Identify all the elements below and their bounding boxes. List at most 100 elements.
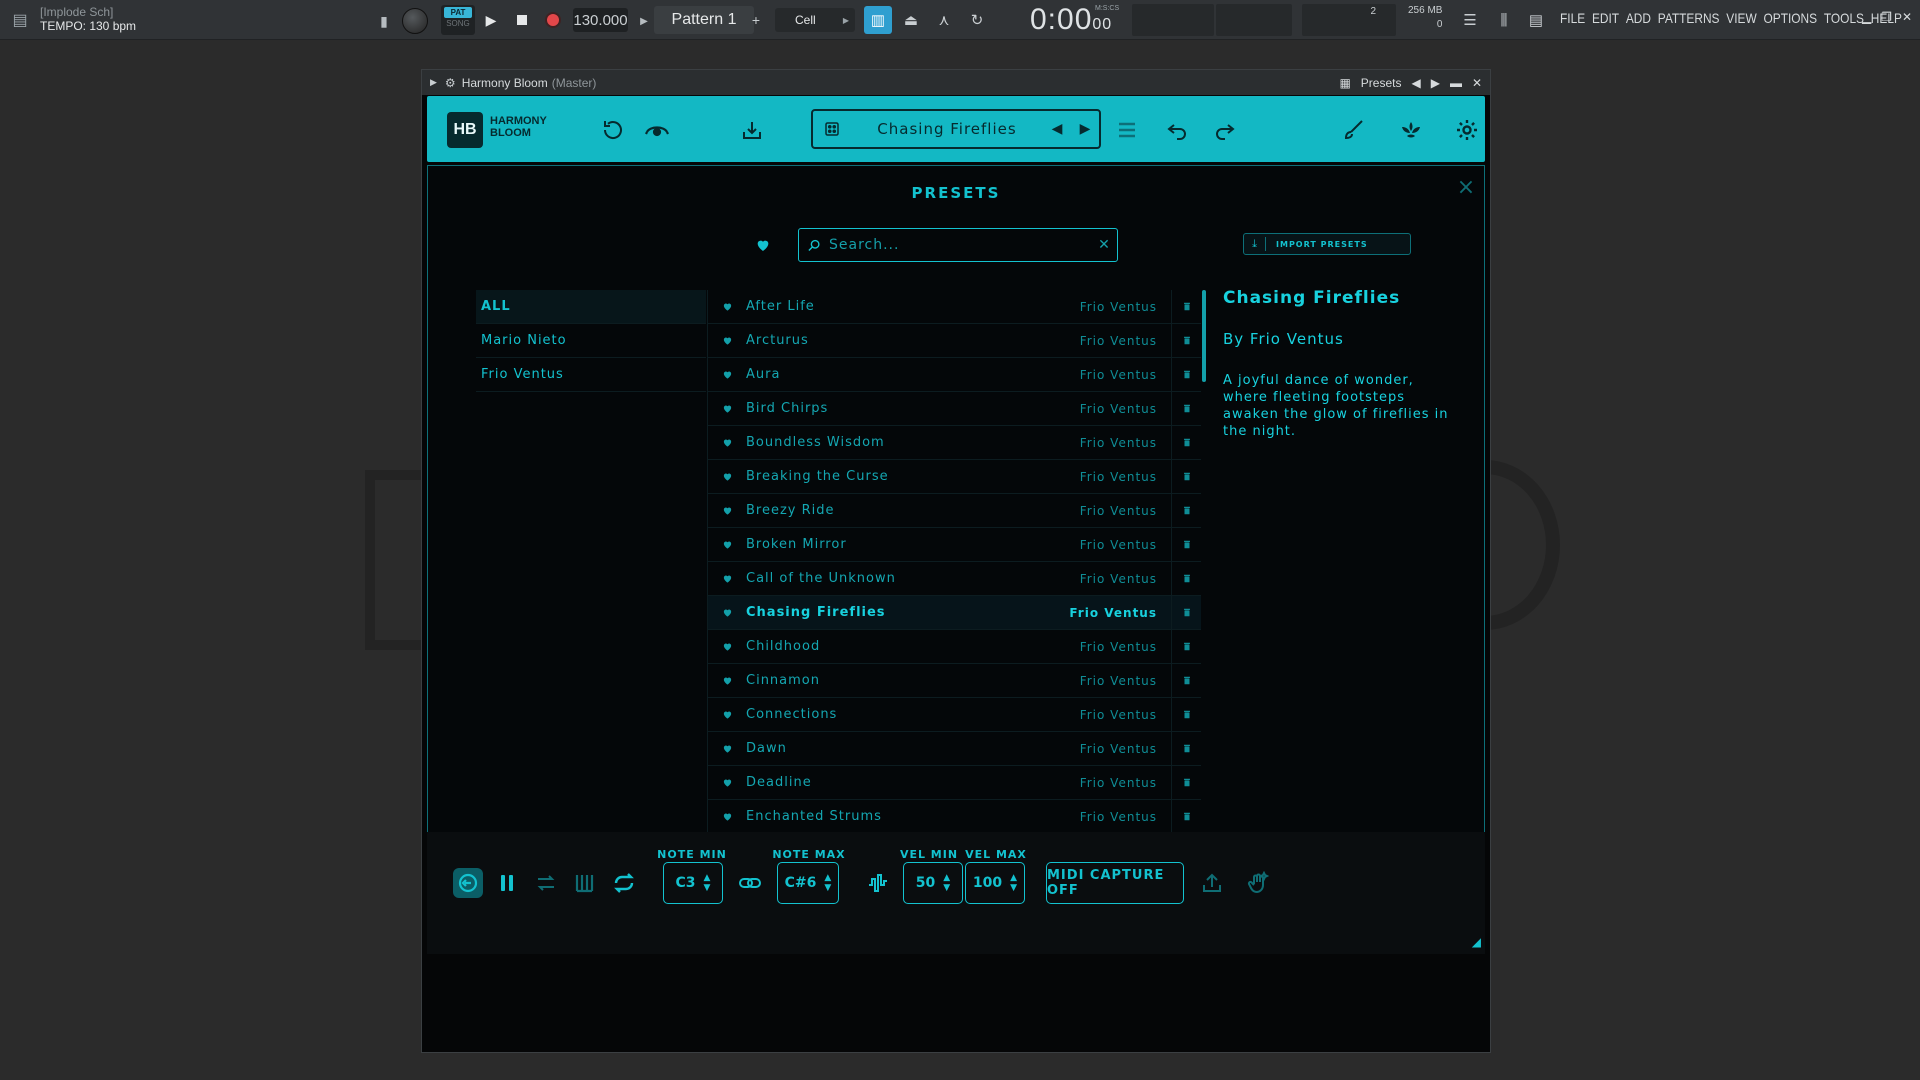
view-eye-icon[interactable] bbox=[641, 114, 673, 146]
favorite-heart-icon[interactable] bbox=[708, 811, 746, 822]
delete-preset-trash-icon[interactable] bbox=[1171, 392, 1201, 425]
random-preset-dice-icon[interactable] bbox=[813, 111, 851, 147]
favorite-heart-icon[interactable] bbox=[708, 709, 746, 720]
favorite-heart-icon[interactable] bbox=[708, 607, 746, 618]
vel-min-stepper[interactable]: 50 ▲ ▼ bbox=[903, 862, 963, 904]
export-midi-icon[interactable] bbox=[1197, 868, 1227, 898]
preset-prev-icon[interactable]: ◀ bbox=[1411, 76, 1420, 90]
master-volume-knob[interactable] bbox=[402, 8, 428, 34]
drag-midi-hand-icon[interactable] bbox=[1243, 868, 1273, 898]
delete-preset-trash-icon[interactable] bbox=[1171, 732, 1201, 765]
preset-list-scrollbar[interactable] bbox=[1201, 290, 1207, 910]
preset-row[interactable]: Chasing Fireflies Frio Ventus bbox=[708, 596, 1201, 630]
preset-next-icon[interactable]: ▶ bbox=[1431, 76, 1440, 90]
plugin-minimize-icon[interactable]: ▬ bbox=[1450, 76, 1462, 90]
delete-preset-trash-icon[interactable] bbox=[1171, 460, 1201, 493]
delete-preset-trash-icon[interactable] bbox=[1171, 426, 1201, 459]
tempo-field[interactable]: 130.000 bbox=[573, 8, 628, 32]
redo-icon[interactable] bbox=[1209, 114, 1241, 146]
preset-row[interactable]: Deadline Frio Ventus bbox=[708, 766, 1201, 800]
minimize-icon[interactable]: ▁ bbox=[1862, 10, 1871, 24]
delete-preset-trash-icon[interactable] bbox=[1171, 290, 1201, 323]
expand-arrow-icon[interactable]: ▶ bbox=[430, 77, 437, 88]
favorite-heart-icon[interactable] bbox=[708, 369, 746, 380]
plugin-grid-icon[interactable]: ▦ bbox=[1339, 76, 1350, 90]
play-button[interactable]: ▶ bbox=[479, 8, 503, 32]
favorite-heart-icon[interactable] bbox=[708, 539, 746, 550]
velocity-icon[interactable] bbox=[863, 868, 893, 898]
bloom-flower-icon[interactable] bbox=[1395, 114, 1427, 146]
preset-row[interactable]: Enchanted Strums Frio Ventus bbox=[708, 800, 1201, 834]
hint-bar-icon[interactable]: ▤ bbox=[6, 5, 34, 35]
preset-row[interactable]: Dawn Frio Ventus bbox=[708, 732, 1201, 766]
metronome-button[interactable]: ⏏ bbox=[897, 6, 925, 34]
link-mode-icon[interactable] bbox=[453, 868, 483, 898]
preset-row[interactable]: Cinnamon Frio Ventus bbox=[708, 664, 1201, 698]
undo-icon[interactable] bbox=[1161, 114, 1193, 146]
preset-row[interactable]: Boundless Wisdom Frio Ventus bbox=[708, 426, 1201, 460]
note-min-stepper[interactable]: C3 ▲ ▼ bbox=[663, 862, 723, 904]
delete-preset-trash-icon[interactable] bbox=[1171, 494, 1201, 527]
menu-tools[interactable]: TOOLS bbox=[1824, 10, 1864, 26]
favorite-heart-icon[interactable] bbox=[708, 641, 746, 652]
favorite-heart-icon[interactable] bbox=[708, 573, 746, 584]
menu-patterns[interactable]: PATTERNS bbox=[1658, 10, 1720, 26]
loop-record-button[interactable]: ↻ bbox=[963, 6, 991, 34]
delete-preset-trash-icon[interactable] bbox=[1171, 630, 1201, 663]
close-presets-icon[interactable]: × bbox=[1456, 177, 1476, 199]
preset-row[interactable]: Aura Frio Ventus bbox=[708, 358, 1201, 392]
delete-preset-trash-icon[interactable] bbox=[1171, 698, 1201, 731]
delete-preset-trash-icon[interactable] bbox=[1171, 800, 1201, 833]
preset-selector[interactable]: Chasing Fireflies ◀ ▶ bbox=[811, 109, 1101, 149]
piano-keys-icon[interactable] bbox=[570, 868, 600, 898]
pattern-prev-icon[interactable]: ▶ bbox=[638, 12, 650, 30]
preset-row[interactable]: Broken Mirror Frio Ventus bbox=[708, 528, 1201, 562]
favorite-heart-icon[interactable] bbox=[708, 437, 746, 448]
midi-capture-button[interactable]: MIDI CAPTURE OFF bbox=[1046, 862, 1184, 904]
add-pattern-button[interactable]: + bbox=[748, 8, 764, 32]
resize-handle-icon[interactable]: ◢ bbox=[1465, 934, 1481, 950]
preset-row[interactable]: Call of the Unknown Frio Ventus bbox=[708, 562, 1201, 596]
menu-edit[interactable]: EDIT bbox=[1592, 10, 1619, 26]
preset-list-menu-icon[interactable] bbox=[1111, 114, 1143, 146]
note-max-stepper[interactable]: C#6 ▲ ▼ bbox=[777, 862, 839, 904]
settings-gear-icon[interactable] bbox=[1451, 114, 1483, 146]
plugin-options-gear-icon[interactable]: ⚙ bbox=[445, 76, 456, 90]
preset-row[interactable]: Connections Frio Ventus bbox=[708, 698, 1201, 732]
restore-icon[interactable]: ❐ bbox=[1881, 10, 1892, 24]
preset-row[interactable]: Bird Chirps Frio Ventus bbox=[708, 392, 1201, 426]
pause-icon[interactable] bbox=[492, 868, 522, 898]
stop-button[interactable] bbox=[510, 8, 534, 32]
favorite-heart-icon[interactable] bbox=[708, 403, 746, 414]
delete-preset-trash-icon[interactable] bbox=[1171, 358, 1201, 391]
link-range-icon[interactable] bbox=[735, 868, 765, 898]
category-frio-ventus[interactable]: Frio Ventus bbox=[476, 358, 706, 392]
delete-preset-trash-icon[interactable] bbox=[1171, 596, 1201, 629]
delete-preset-trash-icon[interactable] bbox=[1171, 766, 1201, 799]
menu-view[interactable]: VIEW bbox=[1726, 10, 1756, 26]
close-icon[interactable]: ✕ bbox=[1902, 10, 1912, 24]
clear-search-icon[interactable]: ✕ bbox=[1091, 237, 1117, 253]
record-button[interactable] bbox=[541, 8, 565, 32]
preset-row[interactable]: After Life Frio Ventus bbox=[708, 290, 1201, 324]
snap-selector[interactable]: Cell ▶ bbox=[775, 8, 855, 32]
favorites-filter-heart-icon[interactable] bbox=[754, 236, 772, 254]
favorite-heart-icon[interactable] bbox=[708, 301, 746, 312]
plugin-title-bar[interactable]: ▶ ⚙ Harmony Bloom (Master) ▦ Presets ◀ ▶… bbox=[422, 70, 1490, 95]
vel-max-arrows-icon[interactable]: ▲ ▼ bbox=[1010, 873, 1017, 893]
delete-preset-trash-icon[interactable] bbox=[1171, 562, 1201, 595]
preset-row[interactable]: Breezy Ride Frio Ventus bbox=[708, 494, 1201, 528]
menu-add[interactable]: ADD bbox=[1626, 10, 1651, 26]
vel-min-arrows-icon[interactable]: ▲ ▼ bbox=[943, 873, 950, 893]
favorite-heart-icon[interactable] bbox=[708, 505, 746, 516]
loop-icon[interactable] bbox=[609, 868, 639, 898]
presets-menu-label[interactable]: Presets bbox=[1361, 76, 1402, 90]
delete-preset-trash-icon[interactable] bbox=[1171, 324, 1201, 357]
playlist-button[interactable]: ☰ bbox=[1456, 6, 1484, 34]
mixer-button[interactable]: ⫼ bbox=[1490, 6, 1518, 34]
menu-options[interactable]: OPTIONS bbox=[1764, 10, 1818, 26]
menu-file[interactable]: FILE bbox=[1560, 10, 1585, 26]
preset-row[interactable]: Breaking the Curse Frio Ventus bbox=[708, 460, 1201, 494]
swap-arrows-icon[interactable] bbox=[531, 868, 561, 898]
category-mario-nieto[interactable]: Mario Nieto bbox=[476, 324, 706, 358]
